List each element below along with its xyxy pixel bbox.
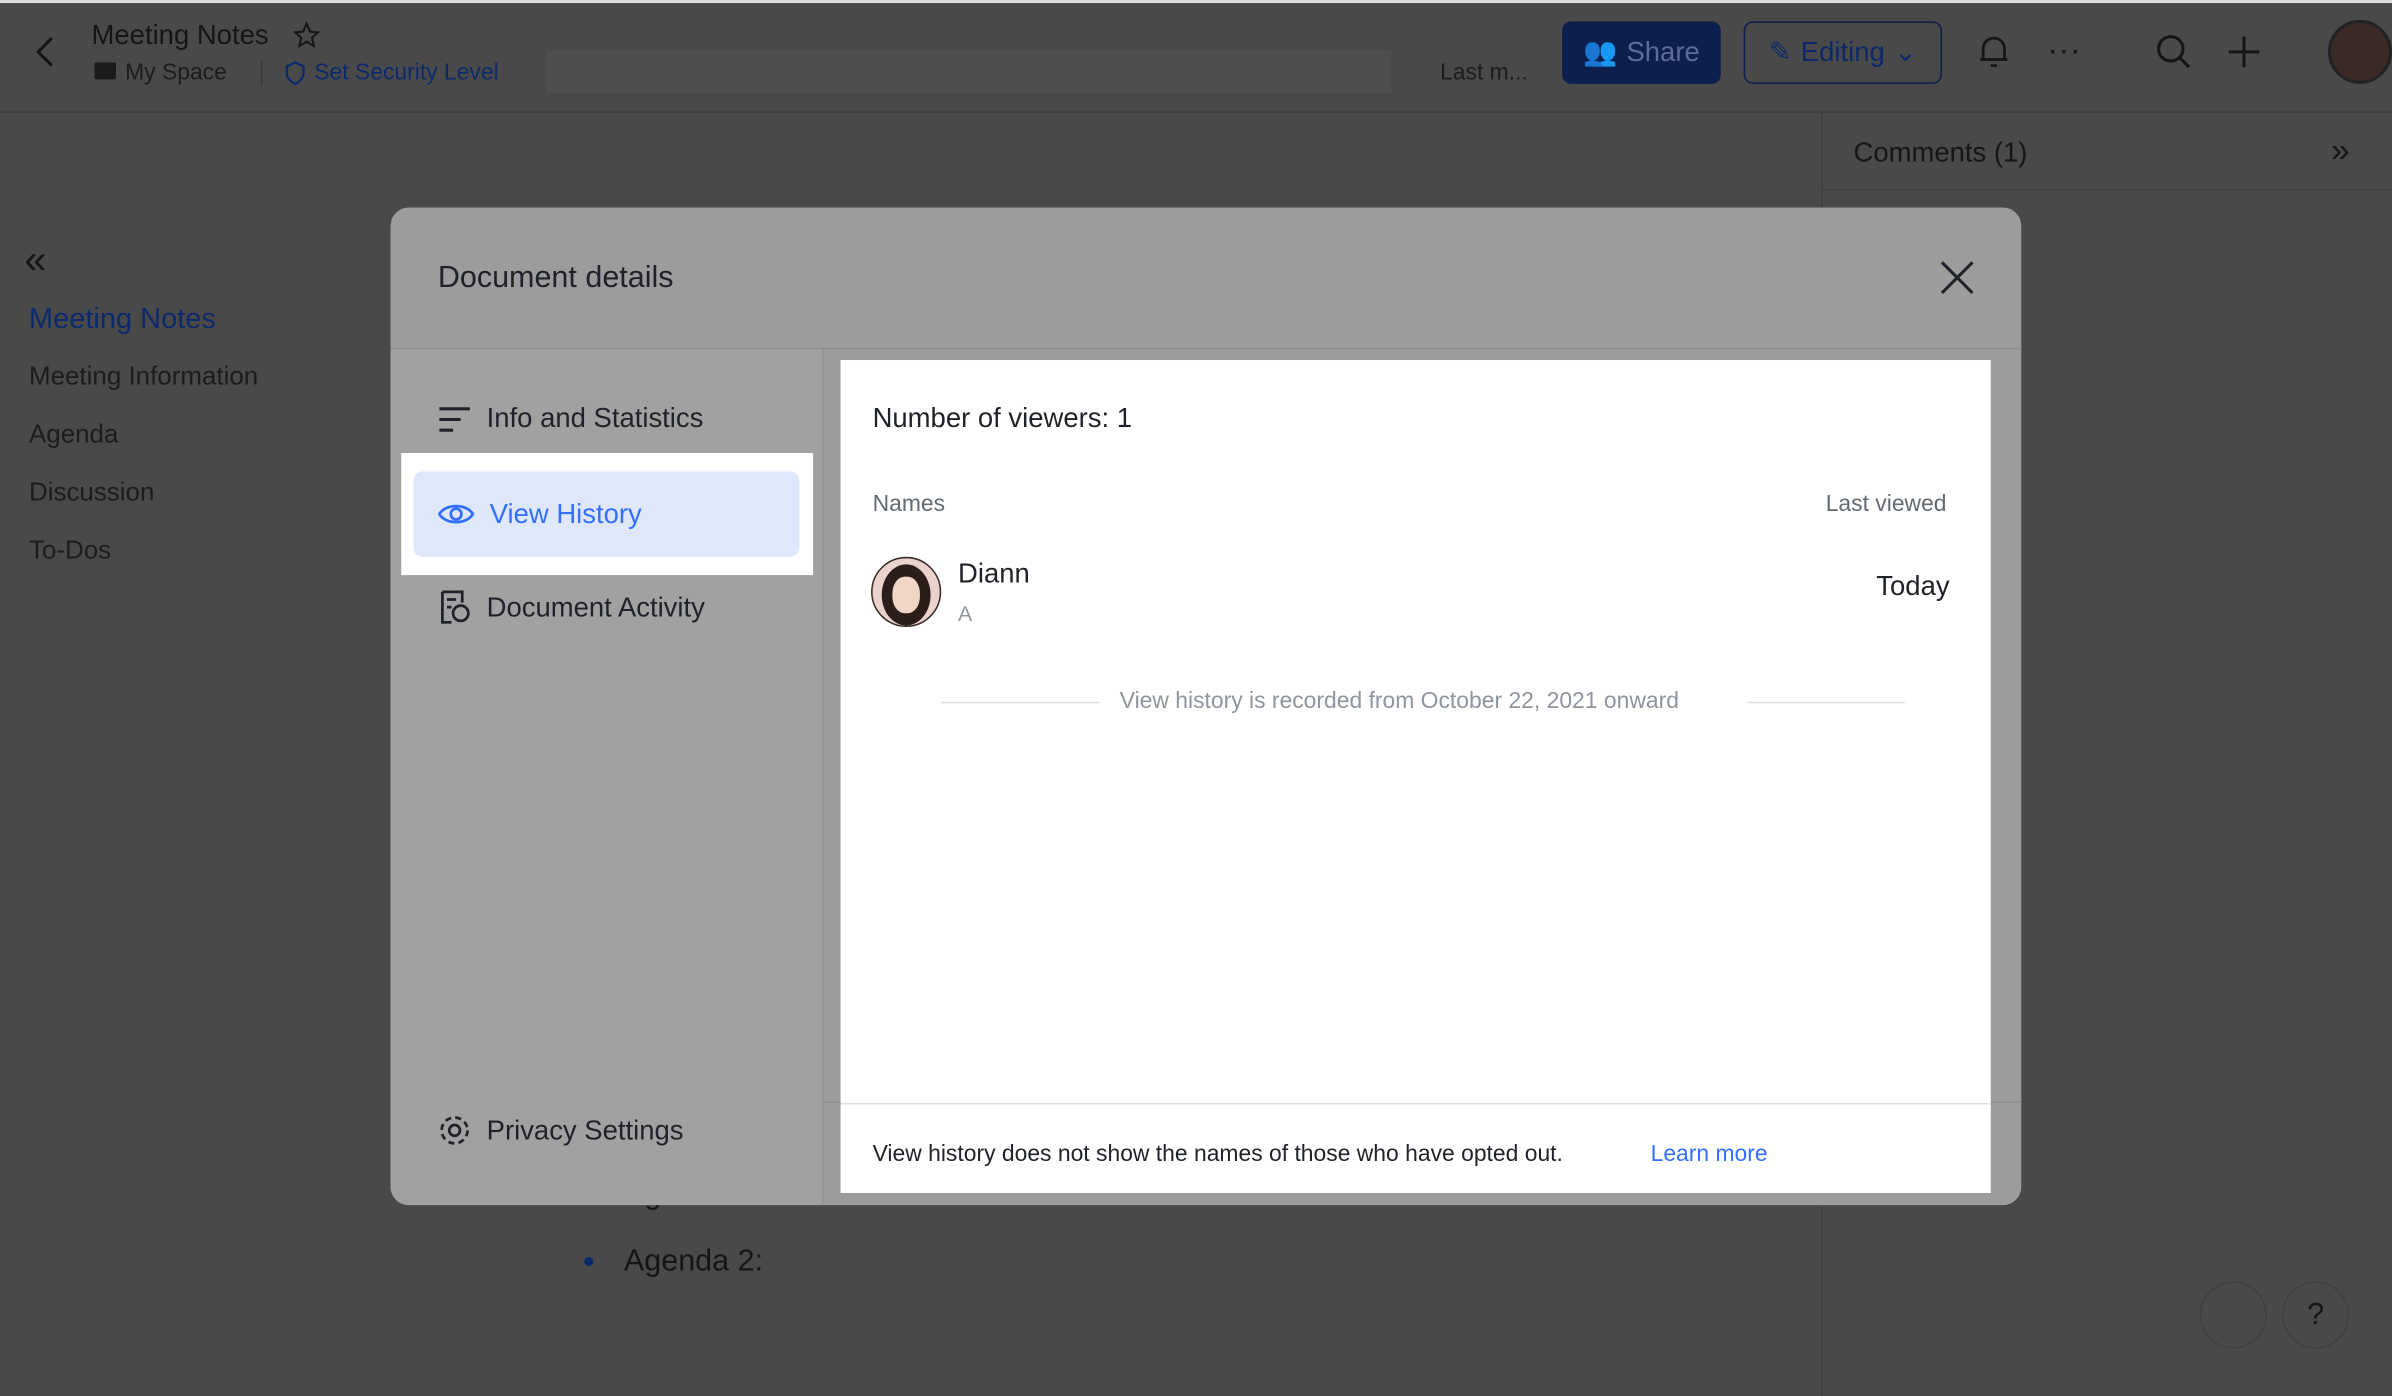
users-icon: 👥 — [1583, 36, 1618, 68]
outline-item[interactable]: To-Dos — [29, 535, 111, 566]
collapse-outline-icon[interactable]: « — [24, 236, 46, 283]
shield-icon — [284, 61, 307, 86]
back-button[interactable] — [31, 34, 62, 71]
activity-icon — [441, 590, 470, 624]
outline-item[interactable]: Meeting Notes — [29, 304, 216, 338]
pencil-icon: ✎ — [1768, 36, 1792, 68]
star-icon[interactable] — [292, 21, 321, 49]
outline-item[interactable]: Meeting Information — [29, 362, 258, 393]
divider — [941, 701, 1100, 704]
more-icon[interactable]: ··· — [2047, 31, 2081, 71]
breadcrumb[interactable]: My Space — [125, 59, 227, 85]
learn-more-link[interactable]: Learn more — [1651, 1141, 1768, 1167]
folder-icon — [94, 62, 116, 80]
nav-view-history[interactable]: View History — [413, 471, 800, 557]
nav-document-activity[interactable]: Document Activity — [438, 590, 705, 624]
plus-icon[interactable] — [2227, 35, 2261, 69]
opt-out-note: View history does not show the names of … — [872, 1141, 1563, 1168]
chevron-down-icon: ⌄ — [1893, 36, 1917, 68]
set-security-level-link[interactable]: Set Security Level — [314, 59, 498, 85]
doc-bullet: Agenda 2: — [623, 1244, 764, 1279]
viewer-count: Number of viewers: 1 — [872, 402, 1133, 434]
divider — [260, 61, 263, 86]
divider — [840, 1102, 1991, 1105]
column-names: Names — [872, 491, 946, 518]
recorded-note: View history is recorded from October 22… — [1119, 688, 1679, 714]
divider — [1822, 189, 2392, 191]
blurred-region — [546, 50, 1392, 94]
nav-info-statistics[interactable]: Info and Statistics — [438, 403, 703, 435]
last-modified: Last m... — [1440, 59, 1528, 86]
modal-title: Document details — [437, 260, 674, 295]
comments-title: Comments (1) — [1853, 137, 2028, 168]
viewer-last-viewed: Today — [1876, 570, 1950, 602]
share-button[interactable]: 👥 Share — [1562, 21, 1721, 84]
bell-icon[interactable] — [1977, 34, 2011, 71]
search-icon[interactable] — [2156, 34, 2193, 71]
doc-panel-button[interactable] — [2199, 1281, 2267, 1349]
nav-privacy-settings[interactable]: Privacy Settings — [438, 1114, 684, 1148]
eye-icon — [437, 504, 475, 524]
avatar[interactable] — [2327, 19, 2392, 84]
column-last-viewed: Last viewed — [1825, 491, 1947, 518]
bullet-dot — [584, 1257, 594, 1267]
doc-title: Meeting Notes — [91, 19, 269, 51]
viewer-sub: A — [958, 601, 973, 626]
viewer-name: Diann — [958, 558, 1030, 589]
outline-item[interactable]: Agenda — [29, 420, 118, 451]
outline-item[interactable]: Discussion — [29, 477, 154, 508]
viewer-avatar — [871, 556, 942, 627]
collapse-comments-icon[interactable]: » — [2331, 131, 2350, 171]
list-icon — [439, 406, 470, 431]
divider — [1746, 701, 1906, 704]
editing-mode-button[interactable]: ✎ Editing ⌄ — [1743, 21, 1942, 84]
view-history-panel: Number of viewers: 1 Names Last viewed D… — [840, 360, 1991, 1193]
close-icon[interactable] — [1940, 261, 1974, 295]
help-icon[interactable]: ? — [2282, 1281, 2350, 1349]
gear-icon — [440, 1116, 469, 1145]
